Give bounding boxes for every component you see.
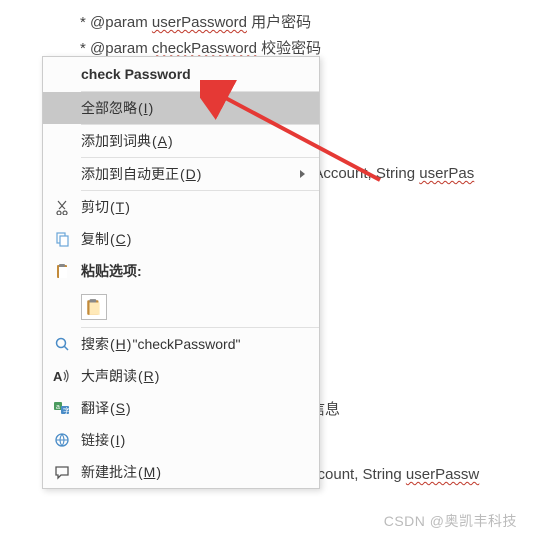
watermark: CSDN @奥凯丰科技 [384, 511, 517, 531]
code-text: 校验密码 [257, 40, 321, 57]
menu-label: 新建批注(M) [81, 462, 311, 482]
menu-item-read-aloud[interactable]: A 大声朗读(R) [43, 360, 319, 392]
read-aloud-icon: A [43, 368, 81, 384]
menu-label: 剪切(T) [81, 197, 311, 217]
menu-item-add-dictionary[interactable]: 添加到词典(A) [43, 125, 319, 157]
context-menu: check Password 全部忽略(I) 添加到词典(A) 添加到自动更正(… [42, 56, 320, 489]
menu-item-translate[interactable]: a字 翻译(S) [43, 392, 319, 424]
menu-label: 添加到词典(A) [81, 131, 311, 151]
menu-item-link[interactable]: 链接(I) [43, 424, 319, 456]
comment-icon [43, 464, 81, 480]
menu-item-search[interactable]: 搜索(H)"checkPassword" [43, 328, 319, 360]
spell-error-word[interactable]: userPassword [152, 14, 247, 31]
link-icon [43, 432, 81, 448]
svg-text:字: 字 [63, 406, 70, 415]
spell-error-word[interactable]: checkPassword [152, 40, 257, 57]
menu-label: 粘贴选项: [81, 261, 142, 281]
menu-label: 复制(C) [81, 229, 311, 249]
copy-icon [43, 231, 81, 247]
menu-label: 翻译(S) [81, 398, 311, 418]
scissors-icon [43, 199, 81, 215]
menu-label: 搜索(H)"checkPassword" [81, 334, 311, 354]
paste-option-row [43, 287, 319, 327]
code-text: * @param [80, 14, 152, 31]
clipboard-icon [43, 263, 81, 279]
svg-text:A: A [53, 369, 63, 384]
menu-label: 链接(I) [81, 430, 311, 450]
menu-item-copy[interactable]: 复制(C) [43, 223, 319, 255]
menu-item-ignore-all[interactable]: 全部忽略(I) [43, 92, 319, 124]
menu-item-cut[interactable]: 剪切(T) [43, 191, 319, 223]
menu-item-paste-options: 粘贴选项: [43, 255, 319, 287]
svg-text:a: a [56, 404, 60, 411]
submenu-arrow-icon [300, 170, 305, 178]
menu-item-new-comment[interactable]: 新建批注(M) [43, 456, 319, 488]
menu-item-add-autocorrect[interactable]: 添加到自动更正(D) [43, 158, 319, 190]
code-text: 用户密码 [247, 14, 311, 31]
menu-label: 全部忽略(I) [81, 98, 311, 118]
code-line: * @param userPassword 用户密码 [0, 10, 533, 36]
paste-keep-source-button[interactable] [81, 294, 107, 320]
menu-label: 添加到自动更正(D) [81, 164, 300, 184]
code-text: * @param [80, 40, 152, 57]
menu-label: 大声朗读(R) [81, 366, 311, 386]
search-icon [43, 336, 81, 352]
menu-item-suggestion[interactable]: check Password [43, 57, 319, 91]
spell-error-word: userPassw [406, 466, 479, 483]
menu-label: check Password [81, 66, 191, 82]
spell-error-word: userPas [419, 165, 474, 182]
translate-icon: a字 [43, 400, 81, 416]
